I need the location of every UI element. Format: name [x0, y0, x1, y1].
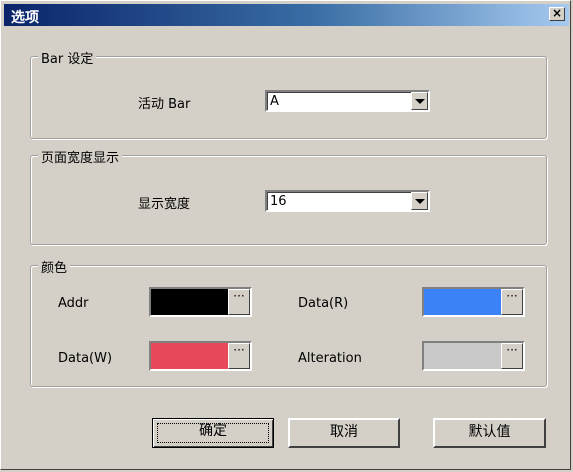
addr-color-swatch [151, 289, 228, 315]
data-w-label: Data(W) [58, 351, 113, 366]
cancel-button[interactable]: 取消 [288, 418, 400, 448]
addr-color-button[interactable]: ··· [228, 289, 250, 315]
focus-rect [157, 423, 269, 443]
data-w-color-button[interactable]: ··· [228, 343, 250, 369]
close-icon: × [551, 6, 563, 20]
data-r-color-swatch [424, 289, 501, 315]
ellipsis-icon: ··· [233, 289, 245, 303]
alteration-label: Alteration [298, 351, 362, 366]
options-dialog: 选项 × Bar 设定 活动 Bar A 页面宽度显示 显示宽度 16 颜色 A… [0, 0, 571, 470]
data-w-color-swatch [151, 343, 228, 369]
title-bar[interactable]: 选项 × [4, 4, 569, 26]
bar-settings-legend: Bar 设定 [38, 48, 97, 67]
page-width-group: 页面宽度显示 显示宽度 16 [30, 147, 547, 245]
active-bar-label: 活动 Bar [138, 97, 191, 112]
ellipsis-icon: ··· [233, 343, 245, 357]
page-width-legend: 页面宽度显示 [38, 147, 123, 166]
display-width-label: 显示宽度 [138, 197, 191, 212]
data-r-color-picker[interactable]: ··· [422, 287, 525, 317]
colors-legend: 颜色 [38, 257, 71, 276]
active-bar-select[interactable]: A [265, 90, 430, 112]
close-button[interactable]: × [549, 7, 565, 21]
alteration-color-swatch [424, 343, 501, 369]
ok-button[interactable]: 确定 [152, 418, 274, 448]
chevron-down-icon [415, 99, 425, 104]
colors-group: 颜色 Addr ··· Data(R) ··· Data(W) ··· Alte… [30, 257, 547, 387]
display-width-value: 16 [270, 194, 287, 209]
window-title: 选项 [11, 10, 39, 26]
data-r-label: Data(R) [298, 296, 349, 311]
addr-label: Addr [58, 296, 89, 311]
ellipsis-icon: ··· [506, 343, 518, 357]
data-r-color-button[interactable]: ··· [501, 289, 523, 315]
alteration-color-button[interactable]: ··· [501, 343, 523, 369]
active-bar-dropdown-button[interactable] [411, 92, 428, 110]
display-width-select[interactable]: 16 [265, 190, 430, 212]
display-width-dropdown-button[interactable] [411, 192, 428, 210]
restore-defaults-button-label: 默认值 [468, 424, 511, 440]
data-w-color-picker[interactable]: ··· [149, 341, 252, 371]
ellipsis-icon: ··· [506, 289, 518, 303]
restore-defaults-button[interactable]: 默认值 [433, 418, 546, 448]
addr-color-picker[interactable]: ··· [149, 287, 252, 317]
bar-settings-group: Bar 设定 活动 Bar A [30, 48, 547, 139]
chevron-down-icon [415, 199, 425, 204]
alteration-color-picker[interactable]: ··· [422, 341, 525, 371]
active-bar-value: A [270, 94, 279, 109]
cancel-button-label: 取消 [330, 424, 358, 440]
